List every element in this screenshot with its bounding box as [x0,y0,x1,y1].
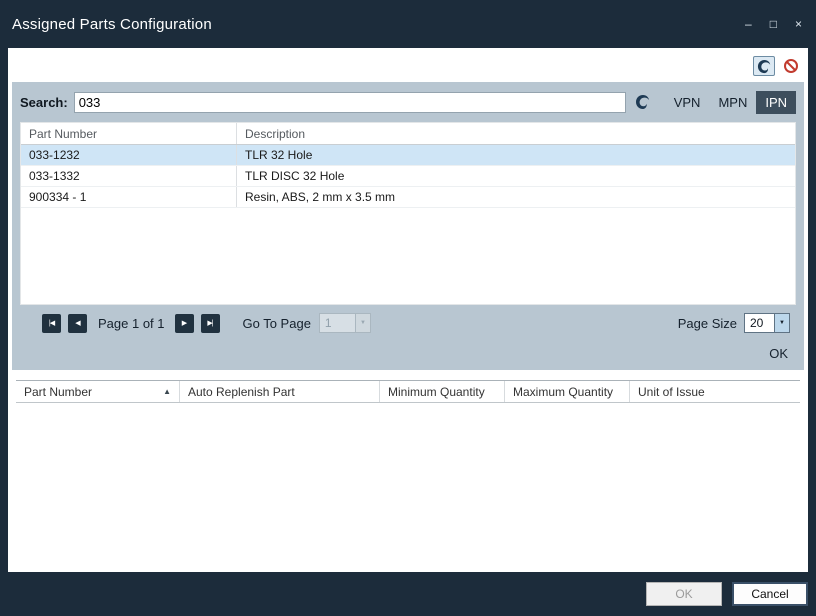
search-input[interactable] [74,92,626,113]
table-row[interactable]: 033-1332 TLR DISC 32 Hole [21,166,795,187]
assigned-table-header: Part Number ▲ Auto Replenish Part Minimu… [16,381,800,403]
lookup-swirl-icon[interactable] [753,56,775,76]
column-header-part-number[interactable]: Part Number ▲ [16,381,180,402]
column-header-part-number[interactable]: Part Number [21,123,237,144]
go-to-page-value: 1 [320,314,355,332]
sort-ascending-icon[interactable]: ▲ [163,387,171,396]
titlebar: Assigned Parts Configuration – □ × [0,0,816,48]
part-number-cell: 900334 - 1 [21,187,237,207]
table-row[interactable]: 900334 - 1 Resin, ABS, 2 mm x 3.5 mm [21,187,795,208]
column-header-auto-replenish[interactable]: Auto Replenish Part [180,381,380,402]
close-button[interactable]: × [795,18,802,30]
search-results-table: Part Number Description 033-1232 TLR 32 … [20,122,796,305]
table-row[interactable]: 033-1232 TLR 32 Hole [21,145,795,166]
vpn-button[interactable]: VPN [665,91,710,114]
dialog-window: Assigned Parts Configuration – □ × [0,0,816,616]
column-header-maximum-quantity[interactable]: Maximum Quantity [505,381,630,402]
part-number-cell: 033-1232 [21,145,237,165]
window-title: Assigned Parts Configuration [12,16,745,33]
prohibit-icon[interactable] [780,56,802,76]
next-page-button[interactable]: ▶ [175,314,194,333]
minimize-button[interactable]: – [745,18,752,30]
results-table-empty-area [21,208,795,304]
page-indicator: Page 1 of 1 [98,316,165,331]
dialog-footer: OK Cancel [0,572,816,616]
page-size-value: 20 [745,314,774,332]
assigned-parts-table: Part Number ▲ Auto Replenish Part Minimu… [16,380,800,572]
part-number-cell: 033-1332 [21,166,237,186]
column-label: Part Number [24,385,92,399]
description-cell: Resin, ABS, 2 mm x 3.5 mm [237,187,795,207]
panel-ok-button[interactable]: OK [763,345,796,362]
column-header-minimum-quantity[interactable]: Minimum Quantity [380,381,505,402]
assigned-table-empty-area [16,403,800,572]
go-to-page-input[interactable]: 1 ▼ [319,313,371,333]
first-page-button[interactable]: |◀ [42,314,61,333]
search-row: Search: VPN MPN IPN [20,90,796,114]
mini-toolbar [8,48,808,82]
go-to-page-label: Go To Page [243,316,311,331]
chevron-down-icon[interactable]: ▼ [355,314,370,332]
dialog-content: Search: VPN MPN IPN Part Number Descript… [8,48,808,572]
part-number-type-buttons: VPN MPN IPN [665,91,796,114]
page-size-select[interactable]: 20 ▼ [744,313,790,333]
ok-button[interactable]: OK [646,582,722,606]
results-table-header: Part Number Description [21,123,795,145]
chevron-down-icon[interactable]: ▼ [774,314,789,332]
cancel-button[interactable]: Cancel [732,582,808,606]
previous-page-button[interactable]: ◀ [68,314,87,333]
search-label: Search: [20,95,68,110]
page-size-label: Page Size [678,316,737,331]
column-header-description[interactable]: Description [237,123,795,144]
column-header-unit-of-issue[interactable]: Unit of Issue [630,381,800,402]
maximize-button[interactable]: □ [770,18,777,30]
window-controls: – □ × [745,18,802,30]
description-cell: TLR 32 Hole [237,145,795,165]
mpn-button[interactable]: MPN [709,91,756,114]
ipn-button[interactable]: IPN [756,91,796,114]
last-page-button[interactable]: ▶| [201,314,220,333]
pager: |◀ ◀ Page 1 of 1 ▶ ▶| Go To Page 1 ▼ Pag… [20,311,796,335]
description-cell: TLR DISC 32 Hole [237,166,795,186]
search-panel: Search: VPN MPN IPN Part Number Descript… [12,82,804,370]
lookup-swirl-icon[interactable] [632,94,654,110]
